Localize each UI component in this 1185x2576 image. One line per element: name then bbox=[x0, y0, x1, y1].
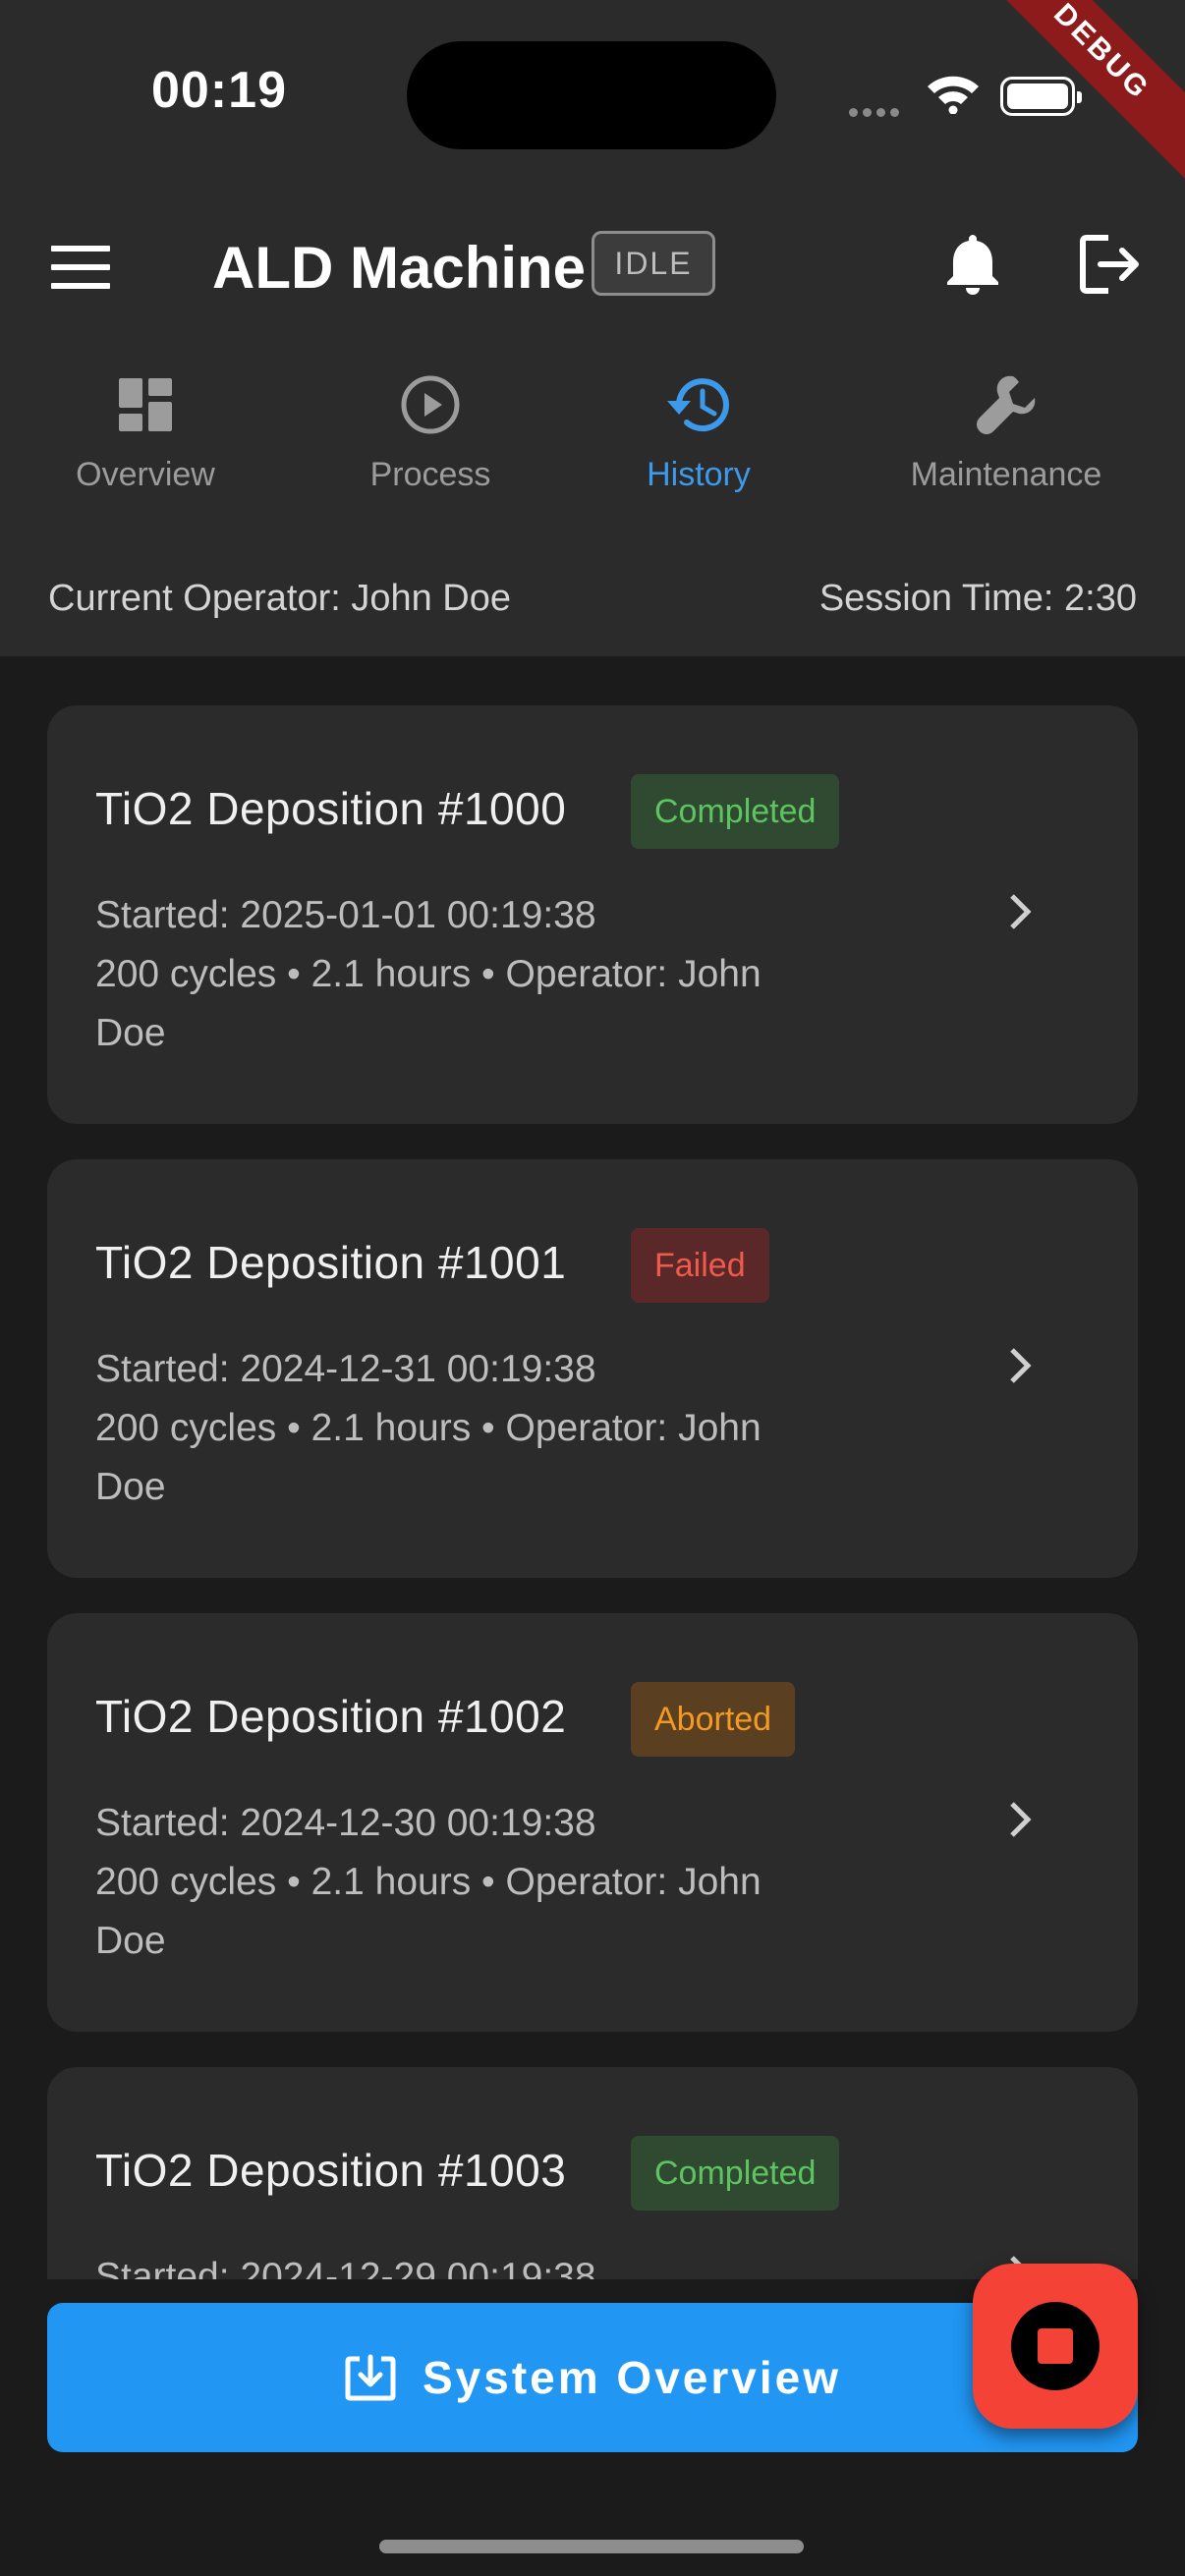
menu-icon[interactable] bbox=[51, 246, 110, 289]
status-badge: Completed bbox=[631, 2136, 840, 2211]
home-indicator[interactable] bbox=[379, 2540, 804, 2553]
run-title: TiO2 Deposition #1002 bbox=[95, 1691, 567, 1742]
history-icon bbox=[667, 378, 729, 432]
chevron-right-icon bbox=[1010, 894, 1032, 929]
wrench-icon bbox=[977, 375, 1036, 434]
run-details: 200 cycles • 2.1 hours • Operator: John bbox=[95, 953, 762, 995]
run-started: Started: 2024-12-30 00:19:38 bbox=[95, 1802, 596, 1844]
history-card[interactable]: TiO2 Deposition #1003 Completed Started:… bbox=[47, 2067, 1138, 2279]
history-card[interactable]: TiO2 Deposition #1002 Aborted Started: 2… bbox=[47, 1613, 1138, 2032]
tab-label: Process bbox=[369, 456, 491, 493]
session-time: Session Time: 2:30 bbox=[818, 578, 1137, 619]
dynamic-island bbox=[407, 41, 776, 149]
status-badge: Completed bbox=[631, 774, 840, 849]
run-details-cont: Doe bbox=[95, 1012, 166, 1054]
download-box-icon bbox=[345, 2354, 396, 2401]
history-card[interactable]: TiO2 Deposition #1001 Failed Started: 20… bbox=[47, 1159, 1138, 1578]
run-title: TiO2 Deposition #1001 bbox=[95, 1237, 567, 1288]
run-details-cont: Doe bbox=[95, 1920, 166, 1962]
run-title: TiO2 Deposition #1000 bbox=[95, 783, 567, 834]
toolbar: ALD Machine IDLE bbox=[0, 196, 1185, 334]
run-details: 200 cycles • 2.1 hours • Operator: John bbox=[95, 1861, 762, 1903]
current-operator: Current Operator: John Doe bbox=[48, 578, 512, 619]
history-list[interactable]: TiO2 Deposition #1000 Completed Started:… bbox=[0, 656, 1185, 2279]
run-started: Started: 2025-01-01 00:19:38 bbox=[95, 894, 596, 936]
run-started: Started: 2024-12-31 00:19:38 bbox=[95, 1348, 596, 1390]
tab-bar: Overview Process History Maintenance bbox=[0, 364, 1185, 521]
tab-label: Overview bbox=[76, 456, 215, 493]
status-time: 00:19 bbox=[151, 62, 287, 119]
run-started: Started: 2024-12-29 00:19:38 bbox=[95, 2256, 596, 2279]
history-card[interactable]: TiO2 Deposition #1000 Completed Started:… bbox=[47, 705, 1138, 1124]
bell-icon[interactable] bbox=[943, 231, 1002, 296]
emergency-stop-button[interactable] bbox=[973, 2264, 1138, 2429]
status-badge: Aborted bbox=[631, 1682, 796, 1757]
chevron-right-icon bbox=[1010, 1802, 1032, 1837]
page-title: ALD Machine bbox=[212, 235, 587, 301]
operator-bar: Current Operator: John Doe Session Time:… bbox=[0, 570, 1185, 639]
tab-label: Maintenance bbox=[910, 456, 1102, 493]
tab-overview[interactable]: Overview bbox=[18, 364, 273, 494]
app-header: 00:19 DEBUG ALD Machine IDLE Overview Pr… bbox=[0, 0, 1185, 656]
tab-history[interactable]: History bbox=[571, 364, 826, 494]
wifi-icon bbox=[928, 76, 979, 114]
run-details: 200 cycles • 2.1 hours • Operator: John bbox=[95, 1407, 762, 1449]
logout-icon[interactable] bbox=[1079, 234, 1144, 295]
tab-maintenance[interactable]: Maintenance bbox=[878, 364, 1134, 494]
stop-icon bbox=[1011, 2302, 1100, 2390]
status-bar: 00:19 bbox=[0, 0, 1185, 196]
machine-state-badge: IDLE bbox=[592, 231, 715, 296]
chevron-right-icon bbox=[1010, 1348, 1032, 1383]
signal-icon bbox=[849, 104, 904, 122]
run-details-cont: Doe bbox=[95, 1466, 166, 1508]
run-title: TiO2 Deposition #1003 bbox=[95, 2145, 567, 2196]
system-overview-label: System Overview bbox=[422, 2352, 841, 2403]
status-badge: Failed bbox=[631, 1228, 769, 1303]
tab-label: History bbox=[647, 456, 751, 493]
battery-icon bbox=[1000, 77, 1082, 116]
tab-process[interactable]: Process bbox=[303, 364, 558, 494]
dashboard-icon bbox=[119, 378, 172, 431]
play-circle-icon bbox=[401, 375, 460, 434]
